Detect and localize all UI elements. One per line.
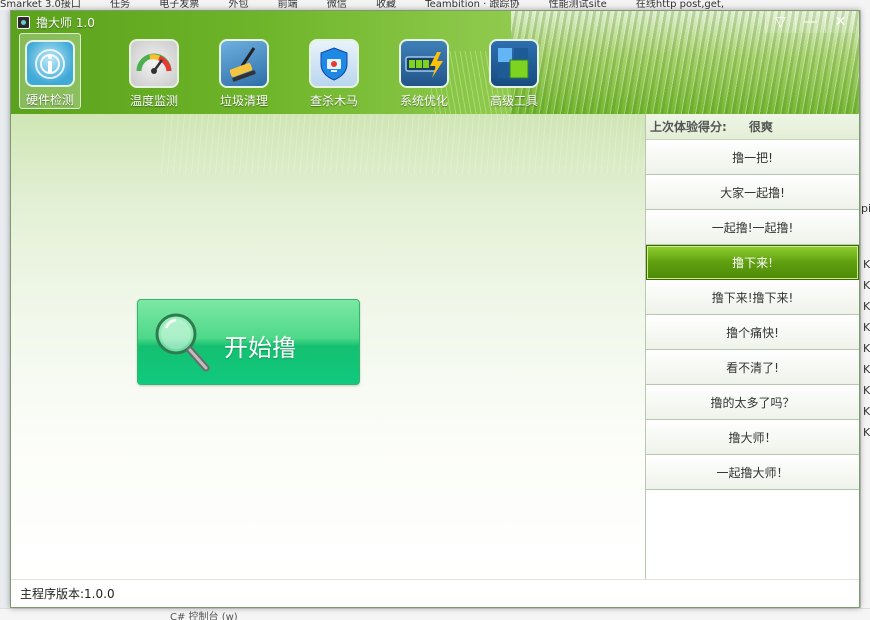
app-window: 撸大师 1.0 ▽ — ✕ 硬件检测 温度监测 垃圾清理 查杀木马 系统优化 高… bbox=[10, 10, 860, 608]
bookmark[interactable]: 电子发票 bbox=[159, 0, 199, 10]
score-header: 上次体验得分: 很爽 bbox=[646, 114, 859, 140]
background-list-letter: K bbox=[863, 426, 870, 439]
tab-label: 垃圾清理 bbox=[219, 94, 268, 108]
bookmark[interactable]: 任务 bbox=[110, 0, 130, 10]
bookmark[interactable]: 收藏 bbox=[376, 0, 396, 10]
tab-label: 系统优化 bbox=[399, 94, 448, 108]
background-list-letter: K bbox=[863, 384, 870, 397]
background-list-letter: K bbox=[863, 300, 870, 313]
background-window-edge: pi K K K K K K K K K bbox=[860, 10, 870, 620]
list-item-selected[interactable]: 撸下来! bbox=[646, 245, 859, 280]
bookmark[interactable]: Smarket 3.0接口 bbox=[0, 0, 81, 10]
grass-decoration bbox=[161, 114, 645, 174]
list-item[interactable]: 撸下来!撸下来! bbox=[646, 280, 859, 315]
broom-clean-icon bbox=[219, 39, 269, 88]
tab-hardware-detect[interactable]: 硬件检测 bbox=[19, 33, 81, 109]
bookmark[interactable]: 微信 bbox=[327, 0, 347, 10]
background-text: pi bbox=[861, 202, 870, 215]
background-taskbar-strip: C# 控制台 (w) bbox=[0, 608, 870, 620]
list-item[interactable]: 一起撸大师！ bbox=[646, 455, 859, 490]
background-text: C# 控制台 (w) bbox=[170, 612, 238, 620]
list-item[interactable]: 撸个痛快! bbox=[646, 315, 859, 350]
status-bar: 主程序版本:1.0.0 bbox=[11, 579, 859, 607]
tab-label: 查杀木马 bbox=[309, 94, 358, 108]
tab-advanced-tools[interactable]: 高级工具 bbox=[469, 33, 559, 109]
score-label: 上次体验得分: bbox=[650, 120, 727, 134]
list-item[interactable]: 撸一把! bbox=[646, 140, 859, 175]
tab-label: 温度监测 bbox=[129, 94, 178, 108]
bookmark[interactable]: Teambition · 跟踪协 bbox=[425, 0, 519, 10]
background-list-letter: K bbox=[863, 321, 870, 334]
background-list-letter: K bbox=[863, 279, 870, 292]
tab-system-optimize[interactable]: 系统优化 bbox=[379, 33, 469, 109]
bookmark[interactable]: 外包 bbox=[228, 0, 248, 10]
title-bar: 撸大师 1.0 bbox=[17, 13, 95, 31]
main-content: 开始撸 bbox=[11, 114, 645, 579]
background-list-letter: K bbox=[863, 342, 870, 355]
tools-grid-icon bbox=[489, 39, 539, 88]
battery-lightning-icon bbox=[399, 39, 449, 88]
browser-bookmarks-bar: Smarket 3.0接口 任务 电子发票 外包 前端 微信 收藏 Teambi… bbox=[0, 0, 870, 10]
bookmark[interactable]: 性能测试site bbox=[549, 0, 607, 10]
list-item[interactable]: 撸大师！ bbox=[646, 420, 859, 455]
version-label: 主程序版本:1.0.0 bbox=[20, 587, 115, 601]
tab-label: 高级工具 bbox=[489, 94, 538, 108]
list-item[interactable]: 一起撸!一起撸! bbox=[646, 210, 859, 245]
bookmark[interactable]: 在线http post,get, bbox=[636, 0, 724, 10]
score-value: 很爽 bbox=[748, 120, 773, 134]
tab-temperature-monitor[interactable]: 温度监测 bbox=[109, 33, 199, 109]
background-list-letter: K bbox=[863, 405, 870, 418]
start-button-label: 开始撸 bbox=[224, 334, 296, 362]
list-item[interactable]: 看不清了! bbox=[646, 350, 859, 385]
window-controls: ▽ — ✕ bbox=[765, 11, 855, 33]
bookmark[interactable]: 前端 bbox=[278, 0, 298, 10]
hardware-detect-icon bbox=[25, 40, 75, 87]
tab-virus-scan[interactable]: 查杀木马 bbox=[289, 33, 379, 109]
background-list-letter: K bbox=[863, 363, 870, 376]
main-toolbar: 硬件检测 温度监测 垃圾清理 查杀木马 系统优化 高级工具 bbox=[19, 33, 559, 109]
temperature-gauge-icon bbox=[129, 39, 179, 88]
start-button[interactable]: 开始撸 bbox=[137, 299, 360, 385]
tab-junk-clean[interactable]: 垃圾清理 bbox=[199, 33, 289, 109]
window-title: 撸大师 1.0 bbox=[36, 15, 95, 30]
list-item[interactable]: 大家一起撸! bbox=[646, 175, 859, 210]
list-item[interactable]: 撸的太多了吗？ bbox=[646, 385, 859, 420]
close-button[interactable]: ✕ bbox=[825, 11, 855, 33]
score-sidebar: 上次体验得分: 很爽 撸一把! 大家一起撸! 一起撸!一起撸! 撸下来! 撸下来… bbox=[645, 114, 859, 579]
menu-button[interactable]: ▽ bbox=[765, 11, 795, 33]
shield-virus-icon bbox=[309, 39, 359, 88]
tab-label: 硬件检测 bbox=[25, 93, 74, 107]
background-list-letter: K bbox=[863, 258, 870, 271]
minimize-button[interactable]: — bbox=[795, 11, 825, 33]
header-banner: 撸大师 1.0 ▽ — ✕ 硬件检测 温度监测 垃圾清理 查杀木马 系统优化 高… bbox=[11, 11, 859, 114]
app-logo-icon bbox=[17, 15, 30, 29]
magnifier-icon bbox=[155, 313, 210, 372]
